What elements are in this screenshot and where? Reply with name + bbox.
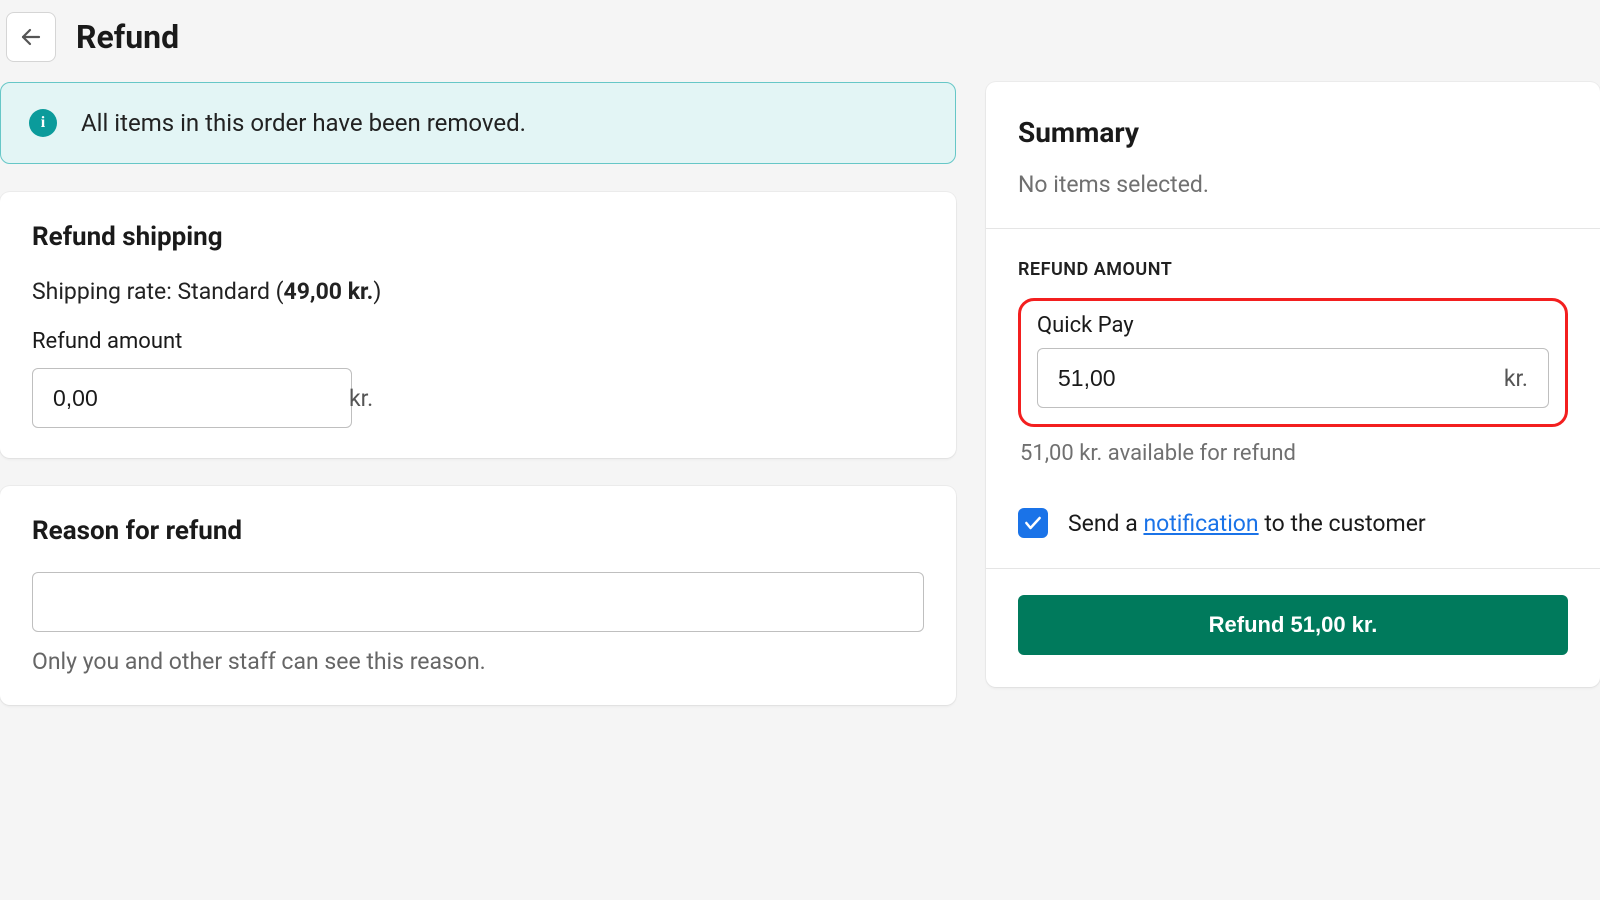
notify-suffix: to the customer — [1259, 510, 1426, 537]
notify-prefix: Send a — [1068, 510, 1143, 537]
check-icon — [1023, 513, 1043, 533]
refund-amount-heading: REFUND AMOUNT — [1018, 259, 1568, 280]
reason-input[interactable] — [53, 589, 903, 616]
refund-button[interactable]: Refund 51,00 kr. — [1018, 595, 1568, 655]
page-header: Refund — [0, 12, 1600, 82]
reason-card: Reason for refund Only you and other sta… — [0, 486, 956, 705]
reason-input-wrap[interactable] — [32, 572, 924, 632]
summary-title: Summary — [1018, 116, 1568, 149]
reason-hint: Only you and other staff can see this re… — [32, 648, 924, 675]
refund-amount-input-wrap[interactable]: kr. — [1037, 348, 1549, 408]
back-button[interactable] — [6, 12, 56, 62]
gateway-label: Quick Pay — [1037, 313, 1549, 338]
currency-suffix: kr. — [349, 385, 373, 412]
info-icon: i — [29, 109, 57, 137]
shipping-rate-price: 49,00 kr. — [284, 278, 374, 305]
available-text: 51,00 kr. available for refund — [1020, 441, 1566, 466]
currency-suffix: kr. — [1504, 365, 1528, 392]
shipping-rate-line: Shipping rate: Standard (49,00 kr.) — [32, 278, 924, 305]
shipping-rate-suffix: ) — [373, 278, 381, 305]
notify-checkbox[interactable] — [1018, 508, 1048, 538]
notification-link[interactable]: notification — [1143, 510, 1258, 537]
banner-text: All items in this order have been remove… — [81, 109, 526, 137]
shipping-refund-input-wrap[interactable]: kr. — [32, 368, 352, 428]
arrow-left-icon — [19, 25, 43, 49]
refund-shipping-title: Refund shipping — [32, 222, 924, 252]
shipping-refund-amount-input[interactable] — [53, 385, 349, 412]
summary-empty-text: No items selected. — [1018, 171, 1568, 198]
page-title: Refund — [76, 18, 179, 56]
refund-shipping-card: Refund shipping Shipping rate: Standard … — [0, 192, 956, 458]
reason-title: Reason for refund — [32, 516, 924, 546]
shipping-rate-prefix: Shipping rate: Standard ( — [32, 278, 284, 305]
notify-text: Send a notification to the customer — [1068, 510, 1426, 537]
refund-amount-input[interactable] — [1058, 365, 1504, 392]
quickpay-highlight: Quick Pay kr. — [1018, 298, 1568, 427]
summary-card: Summary No items selected. REFUND AMOUNT… — [986, 82, 1600, 687]
info-banner: i All items in this order have been remo… — [0, 82, 956, 164]
refund-amount-label: Refund amount — [32, 329, 924, 354]
